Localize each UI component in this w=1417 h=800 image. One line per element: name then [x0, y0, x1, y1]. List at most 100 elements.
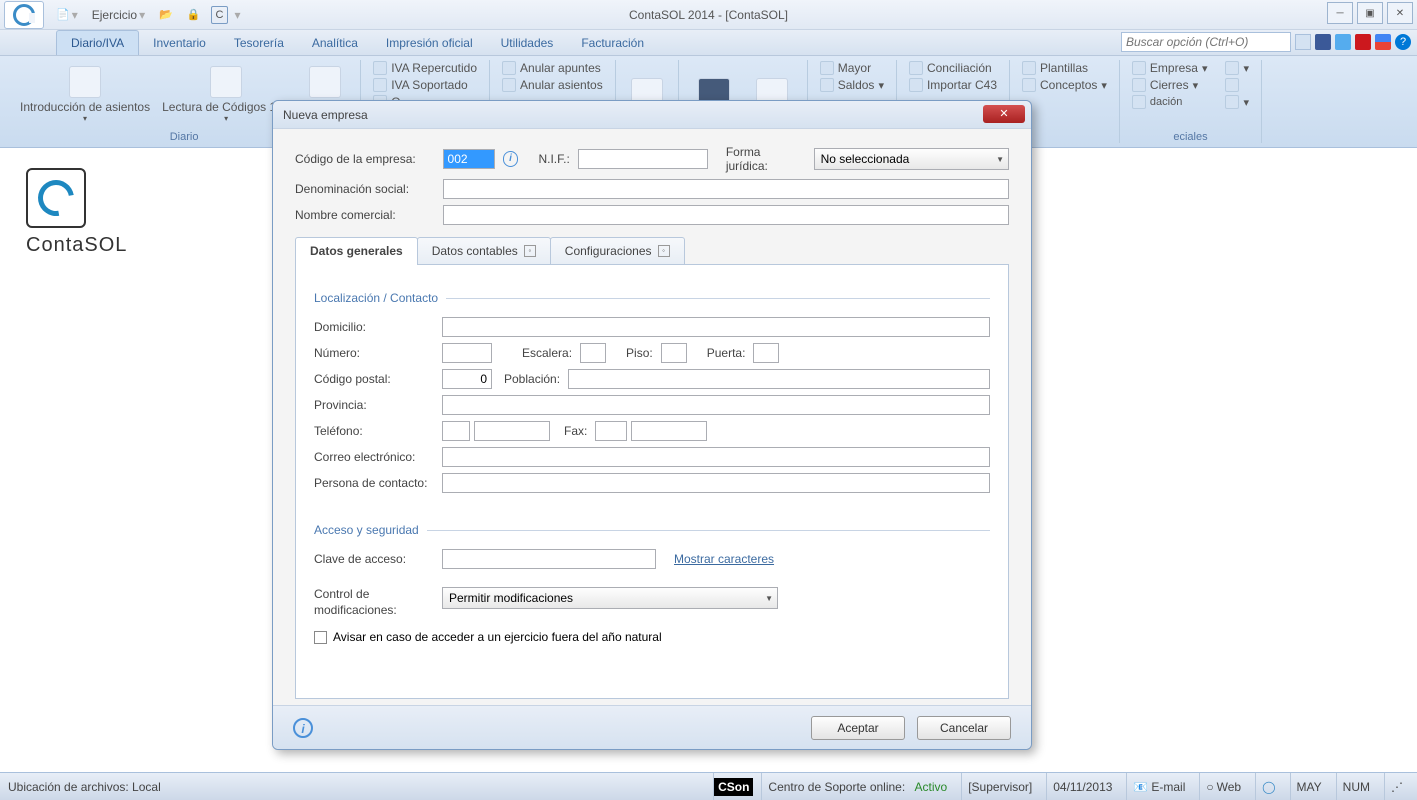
settings-button[interactable]	[1221, 77, 1253, 93]
tab-configuraciones[interactable]: Configuraciones◦	[550, 237, 685, 264]
qat-ejercicio[interactable]: Ejercicio▾	[88, 6, 149, 24]
avisar-checkbox[interactable]	[314, 631, 327, 644]
facebook-icon[interactable]	[1315, 34, 1331, 50]
iva-soportado-button[interactable]: IVA Soportado	[369, 77, 481, 93]
mayor-button[interactable]: Mayor	[816, 60, 888, 76]
provincia-input[interactable]	[442, 395, 990, 415]
domicilio-input[interactable]	[442, 317, 990, 337]
clave-label: Clave de acceso:	[314, 552, 442, 566]
piso-input[interactable]	[661, 343, 687, 363]
dialog-info-icon[interactable]: i	[293, 718, 313, 738]
plantillas-button[interactable]: Plantillas	[1018, 60, 1111, 76]
puerta-input[interactable]	[753, 343, 779, 363]
building-icon	[1132, 61, 1146, 75]
fax-label: Fax:	[564, 424, 587, 438]
nombre-input[interactable]	[443, 205, 1009, 225]
numero-label: Número:	[314, 346, 442, 360]
introduccion-asientos-button[interactable]: Introducción de asientos▾	[16, 60, 154, 129]
google-icon[interactable]	[1375, 34, 1391, 50]
tools-button[interactable]: ▾	[1221, 60, 1253, 76]
nif-input[interactable]	[578, 149, 708, 169]
dialog-titlebar[interactable]: Nueva empresa ✕	[273, 101, 1031, 129]
tab-impresion[interactable]: Impresión oficial	[372, 31, 487, 55]
dialog-footer: i Aceptar Cancelar	[273, 705, 1031, 749]
nif-label: N.I.F.:	[538, 152, 569, 166]
minimize-button[interactable]: ─	[1327, 2, 1353, 24]
telefono-input[interactable]	[474, 421, 550, 441]
aceptar-button[interactable]: Aceptar	[811, 716, 905, 740]
info-icon[interactable]: i	[503, 151, 519, 167]
refresh-icon: ◯	[1262, 780, 1275, 794]
codigo-label: Código de la empresa:	[295, 152, 435, 166]
fax-prefix-input[interactable]	[595, 421, 627, 441]
tab-diario-iva[interactable]: Diario/IVA	[56, 30, 139, 55]
conceptos-button[interactable]: Conceptos ▾	[1018, 77, 1111, 93]
status-email[interactable]: 📧E-mail	[1126, 773, 1191, 800]
codigo-input[interactable]	[443, 149, 495, 169]
close-window-button[interactable]: ✕	[1387, 2, 1413, 24]
empresa-button[interactable]: Empresa ▾	[1128, 60, 1212, 76]
import-icon	[909, 78, 923, 92]
tab-datos-contables[interactable]: Datos contables◦	[417, 237, 551, 264]
search-go-icon[interactable]	[1295, 34, 1311, 50]
twitter-icon[interactable]	[1335, 34, 1351, 50]
youtube-icon[interactable]	[1355, 34, 1371, 50]
escalera-label: Escalera:	[522, 346, 572, 360]
tab-inventario[interactable]: Inventario	[139, 31, 220, 55]
status-refresh[interactable]: ◯	[1255, 773, 1281, 800]
search-input[interactable]	[1121, 32, 1291, 52]
qat-lock[interactable]: 🔒	[183, 6, 205, 23]
tab-utilidades[interactable]: Utilidades	[487, 31, 568, 55]
poblacion-input[interactable]	[568, 369, 990, 389]
badge-icon: ◦	[524, 245, 536, 257]
anular-asientos-button[interactable]: Anular asientos	[498, 77, 607, 93]
iva-repercutido-button[interactable]: IVA Repercutido	[369, 60, 481, 76]
ribbon-search-area: ?	[1121, 32, 1411, 52]
nueva-empresa-dialog: Nueva empresa ✕ Código de la empresa: i …	[272, 100, 1032, 750]
mostrar-caracteres-link[interactable]: Mostrar caracteres	[674, 552, 774, 566]
numero-input[interactable]	[442, 343, 492, 363]
tab-datos-generales[interactable]: Datos generales	[295, 237, 418, 264]
persona-input[interactable]	[442, 473, 990, 493]
cp-input[interactable]	[442, 369, 492, 389]
saldos-button[interactable]: Saldos ▾	[816, 77, 888, 93]
cierres-button[interactable]: Cierres ▾	[1128, 77, 1212, 93]
control-select[interactable]: Permitir modificaciones	[442, 587, 778, 609]
anular-apuntes-button[interactable]: Anular apuntes	[498, 60, 607, 76]
correo-input[interactable]	[442, 447, 990, 467]
qat-folder[interactable]: 📄▾	[52, 6, 82, 24]
cancel-icon	[502, 78, 516, 92]
qat-refresh[interactable]: C	[211, 6, 229, 24]
telefono-prefix-input[interactable]	[442, 421, 470, 441]
qat-open[interactable]: 📂	[155, 6, 177, 23]
avisar-label: Avisar en caso de acceder a un ejercicio…	[333, 630, 662, 644]
cancel-icon	[502, 61, 516, 75]
domicilio-label: Domicilio:	[314, 320, 442, 334]
badge-icon: ◦	[658, 245, 670, 257]
piso-label: Piso:	[626, 346, 653, 360]
importar-c43-button[interactable]: Importar C43	[905, 77, 1001, 93]
denominacion-input[interactable]	[443, 179, 1009, 199]
cancelar-button[interactable]: Cancelar	[917, 716, 1011, 740]
statusbar: Ubicación de archivos: Local CSon Centro…	[0, 772, 1417, 800]
tab-facturacion[interactable]: Facturación	[567, 31, 658, 55]
more-button[interactable]: ▾	[1221, 94, 1253, 110]
maximize-button[interactable]: ▣	[1357, 2, 1383, 24]
status-resize-grip[interactable]: ⋰	[1384, 773, 1409, 800]
status-user: [Supervisor]	[961, 773, 1038, 800]
conciliacion-button[interactable]: Conciliación	[905, 60, 1001, 76]
status-soporte[interactable]: Centro de Soporte online: Activo	[761, 773, 953, 800]
app-menu-button[interactable]	[4, 1, 44, 29]
escalera-input[interactable]	[580, 343, 606, 363]
forma-select[interactable]: No seleccionada	[814, 148, 1009, 170]
tab-content: Localización / Contacto Domicilio: Númer…	[295, 265, 1009, 699]
section-acceso: Acceso y seguridad	[314, 523, 990, 537]
tab-tesoreria[interactable]: Tesorería	[220, 31, 298, 55]
dialog-close-button[interactable]: ✕	[983, 105, 1025, 123]
dacion-button[interactable]: dación	[1128, 94, 1212, 110]
clave-input[interactable]	[442, 549, 656, 569]
status-web[interactable]: ○Web	[1199, 773, 1247, 800]
fax-input[interactable]	[631, 421, 707, 441]
help-icon[interactable]: ?	[1395, 34, 1411, 50]
tab-analitica[interactable]: Analítica	[298, 31, 372, 55]
